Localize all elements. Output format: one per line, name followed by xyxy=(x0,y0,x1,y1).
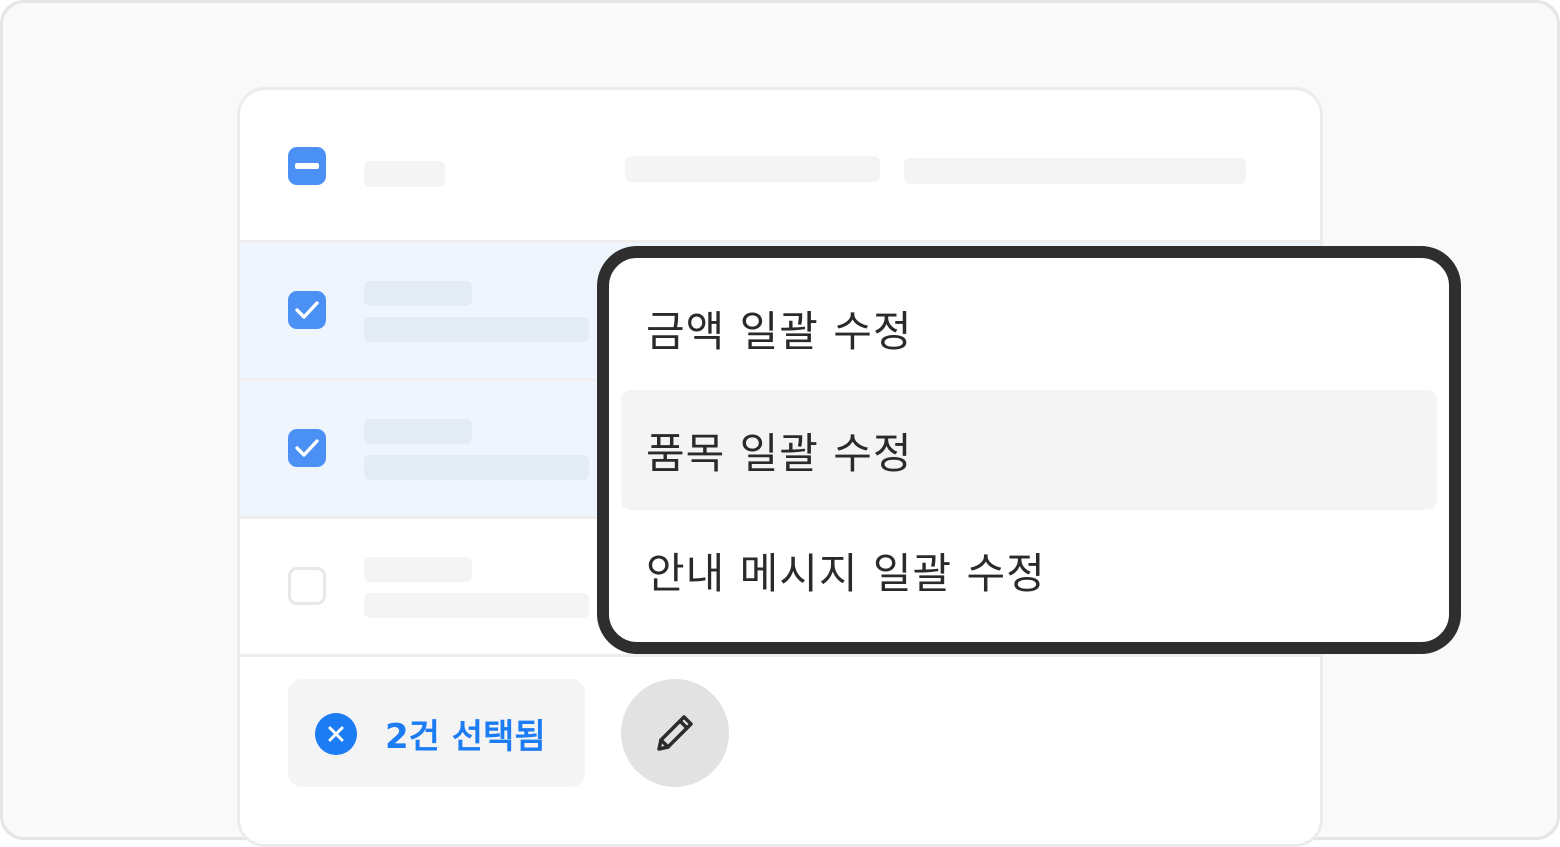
column-header-placeholder xyxy=(904,158,1246,184)
table-header-row xyxy=(240,90,1320,243)
menu-item-bulk-edit-message[interactable]: 안내 메시지 일괄 수정 xyxy=(621,510,1437,630)
column-header-placeholder xyxy=(625,156,880,182)
column-header-placeholder xyxy=(364,161,445,187)
clear-selection-button[interactable] xyxy=(315,713,357,755)
check-icon xyxy=(295,301,319,319)
bulk-edit-menu: 금액 일괄 수정 품목 일괄 수정 안내 메시지 일괄 수정 xyxy=(597,246,1461,654)
row-checkbox[interactable] xyxy=(288,429,326,467)
selection-status-pill: 2건 선택됨 xyxy=(288,679,585,787)
bulk-edit-button[interactable] xyxy=(621,679,729,787)
menu-item-bulk-edit-amount[interactable]: 금액 일괄 수정 xyxy=(621,268,1437,388)
cell-placeholder xyxy=(364,317,589,342)
cell-placeholder xyxy=(364,593,589,618)
row-checkbox[interactable] xyxy=(288,567,326,605)
cell-placeholder xyxy=(364,557,472,582)
menu-item-bulk-edit-item[interactable]: 품목 일괄 수정 xyxy=(621,390,1437,510)
selection-count-label: 2건 선택됨 xyxy=(385,717,546,757)
cell-placeholder xyxy=(364,281,472,306)
row-checkbox[interactable] xyxy=(288,291,326,329)
check-icon xyxy=(295,439,319,457)
close-icon xyxy=(328,726,344,742)
pencil-icon xyxy=(657,715,693,751)
cell-placeholder xyxy=(364,419,472,444)
select-all-checkbox[interactable] xyxy=(288,147,326,185)
cell-placeholder xyxy=(364,455,589,480)
minus-icon xyxy=(295,163,319,169)
